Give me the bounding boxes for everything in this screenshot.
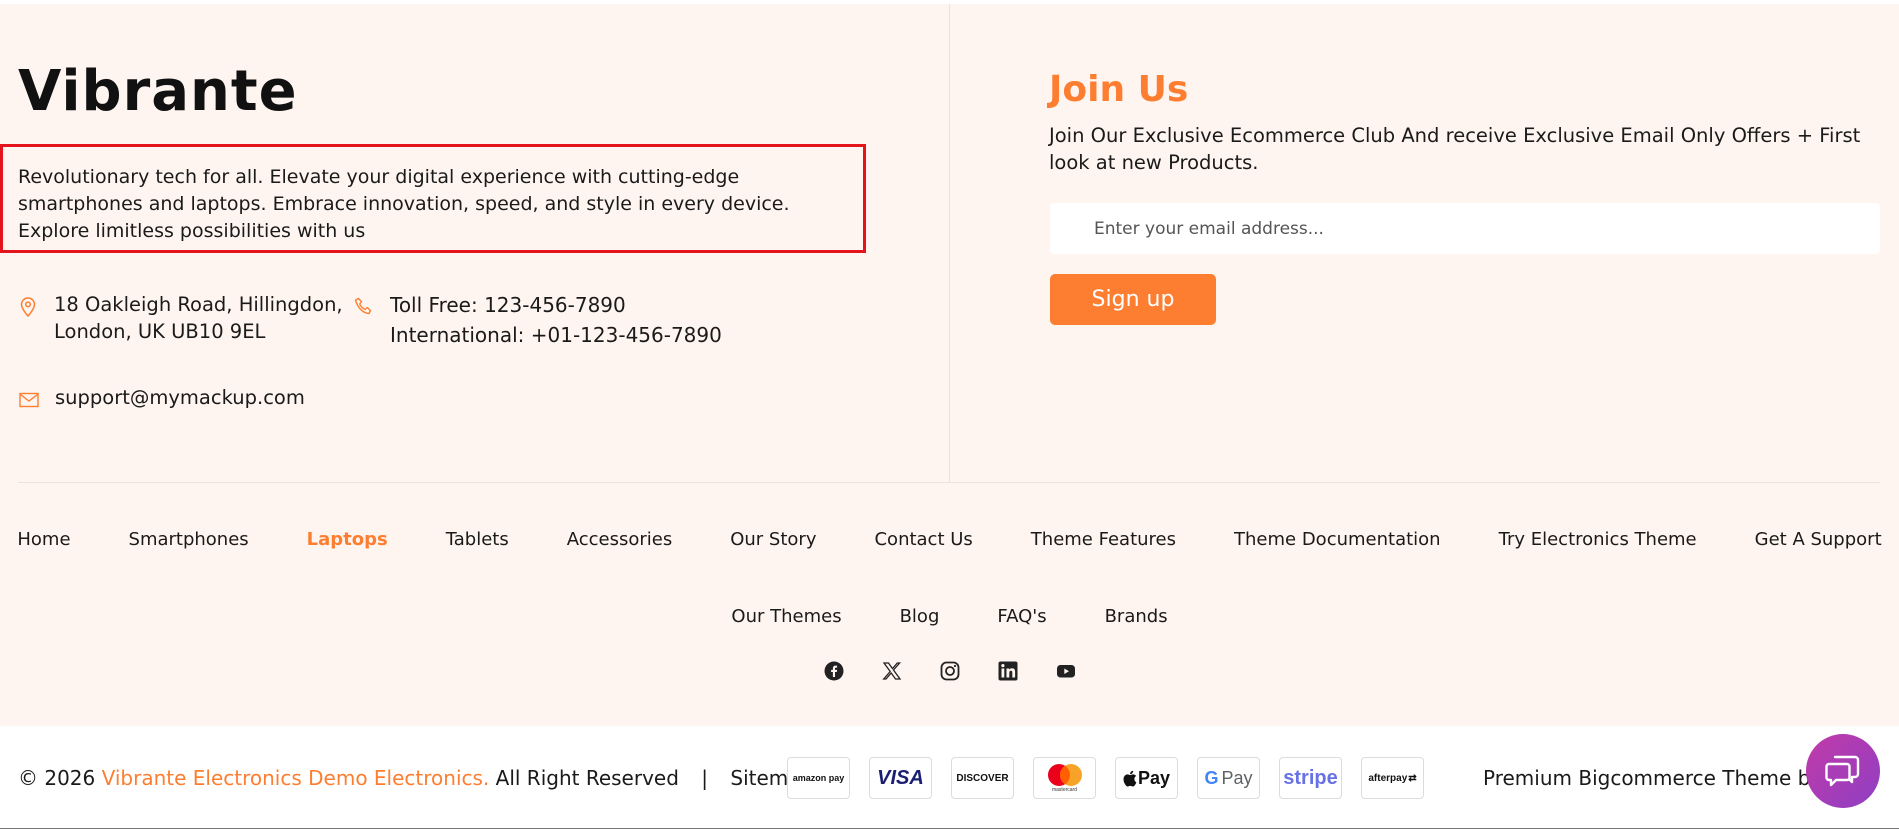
address-line-1: 18 Oakleigh Road, Hillingdon,: [54, 293, 343, 316]
copyright: © 2026 Vibrante Electronics Demo Electro…: [18, 766, 813, 790]
discover-icon: DISCOVER: [951, 757, 1014, 799]
nav-link-our-story[interactable]: Our Story: [730, 529, 816, 550]
nav-link-laptops[interactable]: Laptops: [307, 529, 388, 550]
mail-icon: [19, 392, 39, 408]
about-description-box: Revolutionary tech for all. Elevate your…: [0, 144, 866, 253]
toll-free-label: Toll Free:: [390, 293, 478, 317]
stripe-icon: stripe: [1279, 757, 1342, 799]
mastercard-circles-icon: [1047, 764, 1082, 786]
nav-link-tablets[interactable]: Tablets: [446, 529, 509, 550]
nav-link-accessories[interactable]: Accessories: [567, 529, 673, 550]
premium-theme-credit: Premium Bigcommerce Theme by D: [1483, 766, 1844, 790]
x-twitter-icon[interactable]: [881, 660, 903, 682]
apple-pay-icon: Pay: [1115, 757, 1178, 799]
address-line-2: London, UK UB10 9EL: [54, 320, 266, 343]
stripe-label: stripe: [1283, 766, 1338, 789]
amazon-pay-label: amazon pay: [792, 773, 845, 783]
amazon-pay-icon: amazon pay: [787, 757, 850, 799]
apple-pay-label: Pay: [1137, 767, 1171, 788]
toll-free-row: Toll Free: 123-456-7890: [390, 293, 626, 317]
nav-link-brands[interactable]: Brands: [1105, 606, 1168, 627]
toll-free-number[interactable]: 123-456-7890: [484, 293, 626, 317]
afterpay-arrow-icon: ⇄: [1408, 772, 1417, 784]
nav-link-theme-features[interactable]: Theme Features: [1031, 529, 1176, 550]
payment-methods: amazon pay VISA DISCOVER mastercard Pay …: [787, 757, 1443, 799]
linkedin-icon[interactable]: [997, 660, 1019, 682]
mastercard-icon: mastercard: [1033, 757, 1096, 799]
afterpay-icon: afterpay ⇄: [1361, 757, 1424, 799]
discover-label: DISCOVER: [956, 772, 1009, 784]
international-label: International:: [390, 323, 525, 347]
signup-button[interactable]: Sign up: [1050, 274, 1216, 325]
instagram-icon[interactable]: [939, 660, 961, 682]
international-number[interactable]: +01-123-456-7890: [531, 323, 722, 347]
copyright-year: © 2026: [18, 766, 96, 790]
newsletter-email-input[interactable]: [1050, 203, 1880, 254]
mastercard-label: mastercard: [1051, 787, 1077, 793]
youtube-icon[interactable]: [1055, 660, 1077, 682]
nav-link-try-electronics-theme[interactable]: Try Electronics Theme: [1499, 529, 1697, 550]
footer-nav-row-2: Our Themes Blog FAQ's Brands: [0, 606, 1899, 627]
newsletter-text: Join Our Exclusive Ecommerce Club And re…: [1049, 124, 1861, 174]
premium-text: Premium Bigcommerce Theme by: [1483, 766, 1823, 790]
facebook-icon[interactable]: [823, 660, 845, 682]
about-description: Revolutionary tech for all. Elevate your…: [18, 166, 790, 242]
location-pin-icon: [20, 297, 36, 317]
nav-link-get-a-support[interactable]: Get A Support: [1755, 529, 1882, 550]
footer-nav-row-1: Home Smartphones Laptops Tablets Accesso…: [0, 529, 1899, 550]
chat-launcher-button[interactable]: [1806, 734, 1880, 808]
rights-text: All Right Reserved: [495, 766, 679, 790]
nav-link-home[interactable]: Home: [17, 529, 70, 550]
brand-logo[interactable]: Vibrante: [18, 64, 298, 120]
support-email[interactable]: support@mymackup.com: [55, 384, 305, 411]
nav-link-our-themes[interactable]: Our Themes: [731, 606, 841, 627]
separator: |: [701, 766, 709, 790]
chat-bubble-icon: [1825, 755, 1860, 787]
google-g-icon: G: [1204, 767, 1219, 788]
address: 18 Oakleigh Road, Hillingdon, London, UK…: [54, 291, 343, 345]
nav-link-contact-us[interactable]: Contact Us: [874, 529, 972, 550]
apple-logo-icon: [1123, 770, 1137, 786]
newsletter-title: Join Us: [1049, 69, 1189, 110]
nav-link-theme-documentation[interactable]: Theme Documentation: [1234, 529, 1441, 550]
store-name-link[interactable]: Vibrante Electronics Demo Electronics.: [102, 766, 490, 790]
visa-icon: VISA: [869, 757, 932, 799]
google-pay-label: Pay: [1221, 767, 1253, 788]
nav-link-blog[interactable]: Blog: [900, 606, 940, 627]
afterpay-label: afterpay: [1368, 772, 1408, 784]
google-pay-icon: G Pay: [1197, 757, 1260, 799]
nav-link-smartphones[interactable]: Smartphones: [129, 529, 249, 550]
horizontal-divider: [18, 482, 1880, 483]
vertical-divider: [949, 4, 950, 482]
visa-label: VISA: [877, 766, 924, 789]
international-row: International: +01-123-456-7890: [390, 323, 722, 347]
nav-link-faqs[interactable]: FAQ's: [997, 606, 1046, 627]
phone-icon: [354, 297, 374, 317]
social-links: [0, 660, 1899, 682]
